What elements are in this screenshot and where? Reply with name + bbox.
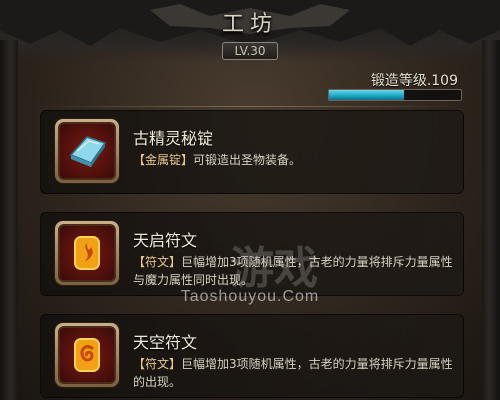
divider <box>40 106 464 107</box>
item-desc-text: 巨幅增加3项随机属性，古老的力量将排斥力量属性的出现。 <box>133 357 453 389</box>
item-icon-frame <box>55 221 119 285</box>
flame-rune-icon <box>58 224 116 282</box>
item-icon-frame <box>55 323 119 387</box>
workshop-panel: 工坊 LV.30 锻造等级.109 古精灵秘锭 【金属锭】可锻造出圣物装备。 天… <box>0 0 500 400</box>
forge-progress-bar <box>328 89 462 101</box>
page-title: 工坊 <box>221 12 278 37</box>
level-badge: LV.30 <box>222 42 278 60</box>
ornate-right-border <box>482 40 500 400</box>
watermark-logo: 游戏 <box>230 243 318 294</box>
item-name: 天空符文 <box>133 333 198 352</box>
list-item-ingot[interactable]: 古精灵秘锭 【金属锭】可锻造出圣物装备。 <box>40 110 464 194</box>
item-tag: 【金属锭】 <box>133 153 194 167</box>
watermark-text: Taoshouyou.Com <box>180 288 320 305</box>
item-tag: 【符文】 <box>133 357 182 371</box>
item-desc-text: 可锻造出圣物装备。 <box>193 153 302 167</box>
item-tag: 【符文】 <box>133 255 182 269</box>
ornate-left-border <box>0 40 18 400</box>
item-description: 【符文】巨幅增加3项随机属性，古老的力量将排斥力量属性的出现。 <box>133 355 455 391</box>
swirl-rune-icon <box>58 326 116 384</box>
list-item-rune-sky[interactable]: 天空符文 【符文】巨幅增加3项随机属性，古老的力量将排斥力量属性的出现。 <box>40 314 464 398</box>
item-name: 古精灵秘锭 <box>133 129 214 148</box>
forge-progress-fill <box>329 90 405 100</box>
item-description: 【金属锭】可锻造出圣物装备。 <box>133 151 455 169</box>
blue-ingot-icon <box>58 122 116 180</box>
item-icon-frame <box>55 119 119 183</box>
item-name: 天启符文 <box>133 231 198 250</box>
forge-level-label: 锻造等级.109 <box>370 73 458 89</box>
